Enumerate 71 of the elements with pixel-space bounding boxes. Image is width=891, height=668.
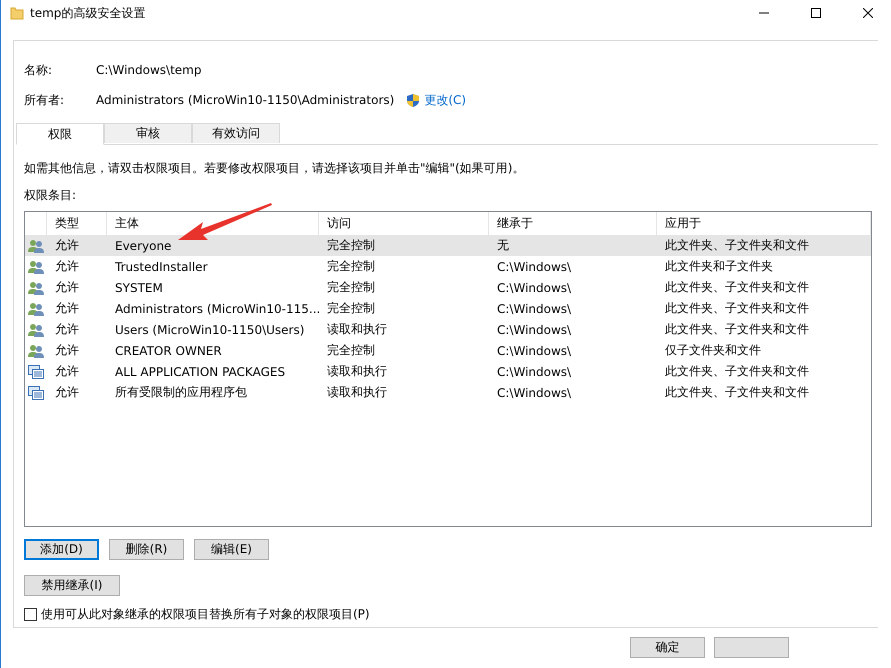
close-icon [863, 8, 873, 18]
table-cell-text: 读取和执行 [326, 363, 388, 380]
info-text: 如需其他信息，请双击权限项目。若要修改权限项目，请选择该项目并单击"编辑"(如果可用)。 [24, 160, 526, 177]
checkbox[interactable] [24, 608, 37, 621]
table-cell-text: 读取和执行 [326, 321, 388, 338]
users-icon [28, 238, 44, 252]
table-cell-text: Everyone [114, 238, 172, 254]
table-cell-text: C:\Windows\ [496, 364, 572, 380]
action-button[interactable]: 添加(D) [24, 539, 99, 560]
table-cell-text: 此文件夹、子文件夹和文件 [664, 279, 810, 296]
table-cell-text: 完全控制 [326, 300, 376, 317]
ok-button[interactable]: 确定 [630, 637, 705, 658]
folder-icon [10, 6, 24, 20]
table-cell-text: C:\Windows\ [496, 280, 572, 296]
tab[interactable]: 审核 [104, 123, 192, 143]
table-cell-text: 此文件夹、子文件夹和文件 [664, 321, 810, 338]
table-cell-text: C:\Windows\ [496, 342, 572, 360]
list-label: 权限条目: [24, 187, 78, 204]
table-cell-text: 完全控制 [326, 279, 376, 296]
users-icon [28, 344, 44, 358]
table-cell-text: 完全控制 [326, 258, 376, 275]
field-label: 名称: [24, 62, 54, 78]
table-cell-text: 此文件夹、子文件夹和文件 [664, 384, 810, 401]
action-button[interactable]: 编辑(E) [194, 539, 269, 560]
table-cell-text: 允许 [54, 300, 80, 317]
table-cell-text: 无 [496, 237, 510, 254]
table-cell-text: 此文件夹、子文件夹和文件 [664, 363, 810, 380]
window-title: temp的高级安全设置 [30, 4, 146, 22]
users-icon [28, 302, 44, 316]
table-cell-text: CREATOR OWNER [114, 342, 223, 360]
table-cell-text: Users (MicroWin10-1150\Users) [114, 322, 306, 338]
table-cell-text: 完全控制 [326, 237, 376, 254]
field-value: Administrators (MicroWin10-1150\Administrators) [96, 93, 394, 107]
table-cell-text: 允许 [54, 342, 80, 359]
maximize-icon [811, 8, 821, 18]
table-cell-text: 此文件夹、子文件夹和文件 [664, 237, 810, 254]
table-cell-text: C:\Windows\ [496, 300, 572, 318]
users-icon [28, 322, 44, 336]
table-cell-text: 允许 [54, 279, 80, 296]
users-icon [28, 260, 44, 274]
table-cell-text: C:\Windows\ [496, 322, 572, 338]
table-cell-text: 读取和执行 [326, 384, 388, 401]
field-label: 所有者: [24, 92, 66, 108]
table-cell-text: TrustedInstaller [114, 258, 209, 276]
table-cell-text: 此文件夹、子文件夹和文件 [664, 300, 810, 317]
table-cell-text: SYSTEM [114, 280, 164, 296]
table-cell-text: 仅子文件夹和文件 [664, 342, 762, 359]
table-cell-text: 所有受限制的应用程序包 [114, 384, 248, 401]
table-cell-text: C:\Windows\ [496, 258, 572, 276]
table-cell-text: C:\Windows\ [496, 384, 572, 402]
shield-icon [406, 92, 420, 108]
table-cell-text: ALL APPLICATION PACKAGES [114, 364, 286, 380]
table-cell-text: Administrators (MicroWin10-115... [114, 300, 319, 318]
table-cell-text: 允许 [54, 237, 80, 254]
tab[interactable]: 权限 [16, 123, 104, 145]
table-cell-text: 允许 [54, 363, 80, 380]
package-icon [28, 386, 44, 400]
change-link[interactable]: 更改(C) [424, 92, 466, 108]
users-icon [28, 280, 44, 294]
disable-inheritance-button[interactable]: 禁用继承(I) [24, 575, 120, 596]
table-cell-text: 完全控制 [326, 342, 376, 359]
action-button[interactable]: 删除(R) [109, 539, 184, 560]
table-cell-text: 此文件夹和子文件夹 [664, 258, 774, 275]
field-value: C:\Windows\temp [96, 63, 202, 77]
package-icon [28, 364, 44, 378]
tab[interactable]: 有效访问 [192, 123, 280, 143]
table-row[interactable]: 允许 Everyone 完全控制 无 此文件夹、子文件夹和文件 [25, 235, 871, 256]
table-cell-text: 允许 [54, 258, 80, 275]
table-cell-text: 允许 [54, 321, 80, 338]
checkbox-label: 使用可从此对象继承的权限项目替换所有子对象的权限项目(P) [41, 606, 370, 623]
table-cell-text: 允许 [54, 384, 80, 401]
